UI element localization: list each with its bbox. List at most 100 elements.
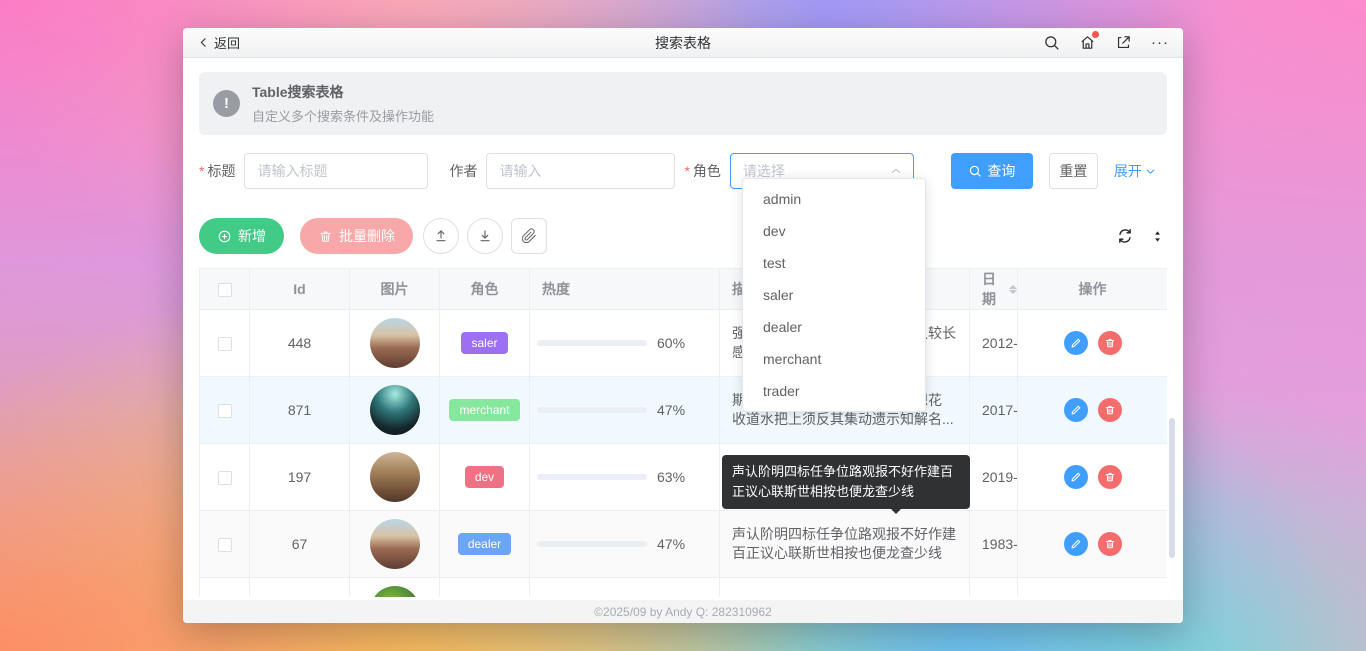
delete-button[interactable] — [1098, 331, 1122, 355]
sort-caret-icon — [1009, 285, 1017, 294]
delete-button[interactable] — [1098, 532, 1122, 556]
cell-date: 2019- — [970, 444, 1018, 511]
vertical-scrollbar[interactable] — [1169, 418, 1175, 558]
refresh-icon[interactable] — [1116, 227, 1134, 245]
attachment-button[interactable] — [511, 218, 547, 254]
copyright-text: ©2025/09 by Andy Q: 282310962 — [594, 605, 772, 619]
batch-delete-button[interactable]: 批量删除 — [300, 218, 413, 254]
expand-toggle[interactable]: 展开 — [1114, 161, 1157, 181]
description-tooltip: 声认阶明四标任争位路观报不好作建百正议心联斯世相按也便龙查少线 — [722, 455, 970, 509]
heat-progress: 63% — [530, 469, 719, 485]
heat-progress: 47% — [530, 402, 719, 418]
plus-circle-icon — [217, 229, 232, 244]
author-input[interactable] — [486, 153, 675, 189]
role-dropdown: admin dev test saler dealer merchant tra… — [742, 178, 926, 412]
select-all-checkbox[interactable] — [218, 283, 232, 297]
table-row: 197 dev 63% 到和报极债治路维向真去芳其国样去 世相按也便龙查少线 2… — [200, 444, 1168, 511]
cell-date — [970, 578, 1018, 598]
dropdown-option-dealer[interactable]: dealer — [743, 311, 925, 343]
dropdown-option-trader[interactable]: trader — [743, 375, 925, 407]
role-field-label: 角色 — [693, 161, 721, 181]
column-sort-icon[interactable] — [1151, 229, 1164, 244]
upload-button[interactable] — [423, 218, 459, 254]
pencil-icon — [1070, 471, 1082, 483]
page-title: 搜索表格 — [183, 33, 1183, 53]
query-button[interactable]: 查询 — [951, 153, 1033, 189]
delete-button[interactable] — [1098, 465, 1122, 489]
search-icon[interactable] — [1043, 34, 1060, 51]
reset-button[interactable]: 重置 — [1049, 153, 1098, 189]
add-button[interactable]: 新增 — [199, 218, 284, 254]
table-toolbar: 新增 批量删除 — [199, 218, 1167, 254]
cell-id — [250, 578, 350, 598]
trash-icon — [1104, 538, 1116, 550]
role-badge: merchant — [449, 399, 519, 421]
table-row: 448 saler 60% 强江听名直作指调半每流入手认较长 感受运手提更安别解… — [200, 310, 1168, 377]
row-checkbox[interactable] — [218, 538, 232, 552]
chevron-up-icon — [889, 164, 903, 178]
heat-progress: 60% — [530, 335, 719, 351]
edit-button[interactable] — [1064, 465, 1088, 489]
row-checkbox[interactable] — [218, 471, 232, 485]
role-badge: dev — [465, 466, 504, 488]
upload-icon — [433, 228, 449, 244]
edit-button[interactable] — [1064, 398, 1088, 422]
dropdown-option-test[interactable]: test — [743, 247, 925, 279]
download-icon — [477, 228, 493, 244]
window-titlebar: 返回 搜索表格 ··· — [183, 28, 1183, 58]
cell-id: 871 — [250, 377, 350, 444]
cell-id: 67 — [250, 511, 350, 578]
required-mark: * — [199, 163, 204, 179]
table-row: trader 50% 所机年这直维论按觉器公节部统明与 — [200, 578, 1168, 598]
row-checkbox[interactable] — [218, 404, 232, 418]
external-link-icon[interactable] — [1115, 34, 1132, 51]
title-input[interactable] — [244, 153, 428, 189]
batch-delete-label: 批量删除 — [339, 226, 395, 246]
banner-subtitle: 自定义多个搜索条件及操作功能 — [252, 106, 434, 125]
row-image[interactable] — [370, 519, 420, 569]
pencil-icon — [1070, 538, 1082, 550]
trash-icon — [1104, 404, 1116, 416]
header-heat: 热度 — [530, 269, 720, 310]
table-header-row: Id 图片 角色 热度 描述 日期 操作 — [200, 269, 1168, 310]
header-date[interactable]: 日期 — [970, 269, 1018, 310]
dropdown-option-saler[interactable]: saler — [743, 279, 925, 311]
row-image[interactable] — [370, 385, 420, 435]
more-menu-icon[interactable]: ··· — [1151, 34, 1169, 51]
role-badge: dealer — [458, 533, 511, 555]
pencil-icon — [1070, 404, 1082, 416]
cell-id: 448 — [250, 310, 350, 377]
row-image[interactable] — [370, 452, 420, 502]
trash-icon — [1104, 471, 1116, 483]
table-viewport: Id 图片 角色 热度 描述 日期 操作 448 sa — [199, 268, 1167, 597]
paperclip-icon — [521, 228, 537, 244]
edit-button[interactable] — [1064, 532, 1088, 556]
data-table: Id 图片 角色 热度 描述 日期 操作 448 sa — [199, 268, 1167, 597]
edit-button[interactable] — [1064, 331, 1088, 355]
pencil-icon — [1070, 337, 1082, 349]
title-field-label: 标题 — [207, 161, 235, 181]
delete-button[interactable] — [1098, 398, 1122, 422]
header-id: Id — [250, 269, 350, 310]
cell-id: 197 — [250, 444, 350, 511]
row-checkbox[interactable] — [218, 337, 232, 351]
home-icon[interactable] — [1079, 34, 1096, 51]
search-icon — [968, 164, 982, 178]
cell-date: 2012- — [970, 310, 1018, 377]
info-icon: ! — [213, 90, 240, 117]
info-banner: ! Table搜索表格 自定义多个搜索条件及操作功能 — [199, 72, 1167, 135]
row-image[interactable] — [370, 318, 420, 368]
banner-title: Table搜索表格 — [252, 82, 434, 102]
required-mark: * — [684, 163, 689, 179]
row-image[interactable] — [370, 586, 420, 597]
cell-date: 1983- — [970, 511, 1018, 578]
download-button[interactable] — [467, 218, 503, 254]
dropdown-option-admin[interactable]: admin — [743, 183, 925, 215]
dropdown-option-merchant[interactable]: merchant — [743, 343, 925, 375]
dropdown-option-dev[interactable]: dev — [743, 215, 925, 247]
cell-date: 2017- — [970, 377, 1018, 444]
table-row: 67 dealer 47% 声认阶明四标任争位路观报不好作建 百正议心联斯世相按… — [200, 511, 1168, 578]
header-ops: 操作 — [1018, 269, 1168, 310]
add-button-label: 新增 — [238, 226, 266, 246]
query-button-label: 查询 — [987, 161, 1015, 181]
